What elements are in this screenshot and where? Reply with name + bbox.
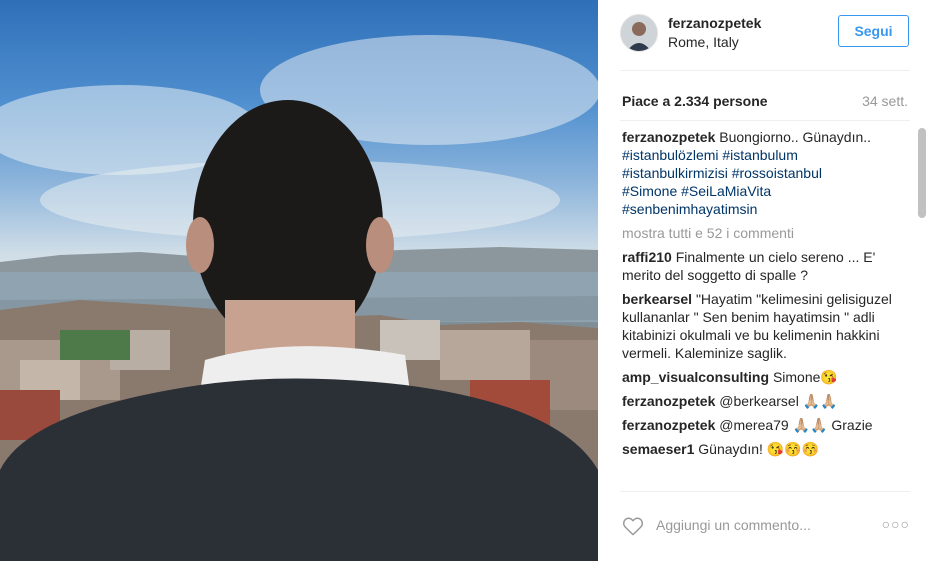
comment-username[interactable]: semaeser1	[622, 441, 694, 457]
location-link[interactable]: Rome, Italy	[668, 34, 739, 50]
avatar-image	[621, 15, 657, 51]
hashtag-line[interactable]: #istanbulkirmizisi #rossoistanbul	[622, 165, 822, 181]
comment-username[interactable]: ferzanozpetek	[622, 393, 715, 409]
add-comment-input[interactable]: Aggiungi un commento...	[656, 517, 811, 533]
comment-text: @berkearsel 🙏🏼🙏🏼	[719, 393, 838, 409]
hashtag-line[interactable]: #Simone #SeiLaMiaVita	[622, 183, 771, 199]
comment-item: raffi210 Finalmente un cielo sereno ... …	[622, 248, 906, 284]
comment-item: semaeser1 Günaydın! 😘😚😚	[622, 440, 906, 458]
divider	[620, 491, 910, 492]
comment-text: @merea79 🙏🏼🙏🏼 Grazie	[719, 417, 873, 433]
comment-text: Günaydın! 😘😚😚	[698, 441, 820, 457]
comment-username[interactable]: ferzanozpetek	[622, 417, 715, 433]
hashtag-line[interactable]: #senbenimhayatimsin	[622, 201, 757, 217]
heart-outline-icon[interactable]	[622, 516, 644, 536]
divider	[620, 120, 910, 121]
avatar[interactable]	[620, 14, 658, 52]
caption: ferzanozpetek Buongiorno.. Günaydın.. #i…	[622, 128, 906, 218]
caption-text: Buongiorno.. Günaydın..	[719, 129, 872, 145]
comment-username[interactable]: raffi210	[622, 249, 672, 265]
divider	[620, 70, 910, 71]
comment-item: berkearsel "Hayatim "kelimesini gelisigu…	[622, 290, 906, 362]
comment-username[interactable]: berkearsel	[622, 291, 692, 307]
comment-username[interactable]: amp_visualconsulting	[622, 369, 769, 385]
photo-illustration	[0, 35, 598, 561]
instagram-post-view: ferzanozpetek Rome, Italy Segui Piace a …	[0, 0, 932, 561]
post-header: ferzanozpetek Rome, Italy Segui	[620, 10, 910, 54]
follow-button[interactable]: Segui	[838, 15, 909, 47]
hashtag-line[interactable]: #istanbulözlemi #istanbulum	[622, 147, 798, 163]
comments-scrollbar[interactable]	[918, 128, 926, 218]
caption-username[interactable]: ferzanozpetek	[622, 129, 715, 145]
likes-count[interactable]: Piace a 2.334 persone	[622, 93, 768, 109]
comment-item: ferzanozpetek @berkearsel 🙏🏼🙏🏼	[622, 392, 906, 410]
comment-text: Simone😘	[772, 369, 838, 385]
post-sidebar: ferzanozpetek Rome, Italy Segui Piace a …	[598, 0, 932, 561]
comment-item: ferzanozpetek @merea79 🙏🏼🙏🏼 Grazie	[622, 416, 906, 434]
more-options-icon[interactable]: ○○○	[882, 516, 910, 532]
comments-list: ferzanozpetek Buongiorno.. Günaydın.. #i…	[622, 128, 906, 490]
post-photo[interactable]	[0, 0, 598, 561]
show-all-comments-link[interactable]: mostra tutti e 52 i commenti	[622, 224, 906, 242]
username-link[interactable]: ferzanozpetek	[668, 15, 761, 31]
post-age[interactable]: 34 sett.	[862, 93, 908, 109]
comment-item: amp_visualconsulting Simone😘	[622, 368, 906, 386]
